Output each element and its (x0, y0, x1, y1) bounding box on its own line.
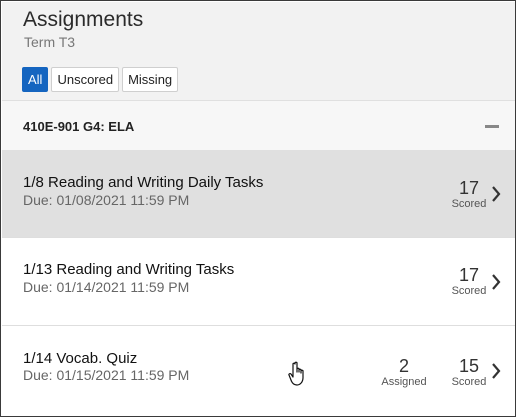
assignment-name: 1/14 Vocab. Quiz (23, 350, 138, 367)
assigned-stat: 2 Assigned (374, 356, 434, 388)
scored-stat: 17 Scored (445, 178, 493, 210)
scored-label: Scored (451, 198, 487, 210)
assignment-name: 1/8 Reading and Writing Daily Tasks (23, 174, 264, 191)
chevron-right-icon[interactable] (490, 362, 502, 380)
filter-unscored-button[interactable]: Unscored (51, 67, 120, 92)
assigned-count: 2 (398, 356, 409, 376)
scored-count: 17 (458, 265, 480, 285)
header: Assignments Term T3 All Unscored Missing (2, 2, 515, 100)
chevron-right-icon[interactable] (490, 273, 502, 291)
assignment-due-date: Due: 01/08/2021 11:59 PM (23, 192, 190, 208)
scored-stat: 17 Scored (445, 265, 493, 297)
filter-missing-button[interactable]: Missing (122, 67, 179, 92)
filter-all-button[interactable]: All (22, 67, 49, 92)
course-title: 410E-901 G4: ELA (23, 119, 135, 134)
assignment-name: 1/13 Reading and Writing Tasks (23, 261, 235, 278)
assignment-row[interactable]: 1/13 Reading and Writing Tasks Due: 01/1… (2, 238, 515, 326)
scored-count: 17 (458, 178, 480, 198)
assignment-row[interactable]: 1/14 Vocab. Quiz Due: 01/15/2021 11:59 P… (2, 326, 515, 416)
scored-label: Scored (451, 285, 487, 297)
minus-icon[interactable] (484, 118, 500, 134)
scored-count: 15 (458, 356, 480, 376)
scored-stat: 15 Scored (445, 356, 493, 388)
term-label: Term T3 (24, 34, 76, 50)
course-section-header[interactable]: 410E-901 G4: ELA (2, 100, 515, 151)
scored-label: Scored (451, 376, 487, 388)
assignments-panel: Assignments Term T3 All Unscored Missing… (0, 0, 516, 417)
assignment-row[interactable]: 1/8 Reading and Writing Daily Tasks Due:… (2, 151, 515, 238)
chevron-right-icon[interactable] (490, 185, 502, 203)
assigned-label: Assigned (381, 376, 427, 388)
assignment-due-date: Due: 01/15/2021 11:59 PM (23, 367, 190, 383)
page-title: Assignments (23, 8, 144, 31)
assignment-due-date: Due: 01/14/2021 11:59 PM (23, 279, 190, 295)
filter-group: All Unscored Missing (22, 67, 181, 92)
